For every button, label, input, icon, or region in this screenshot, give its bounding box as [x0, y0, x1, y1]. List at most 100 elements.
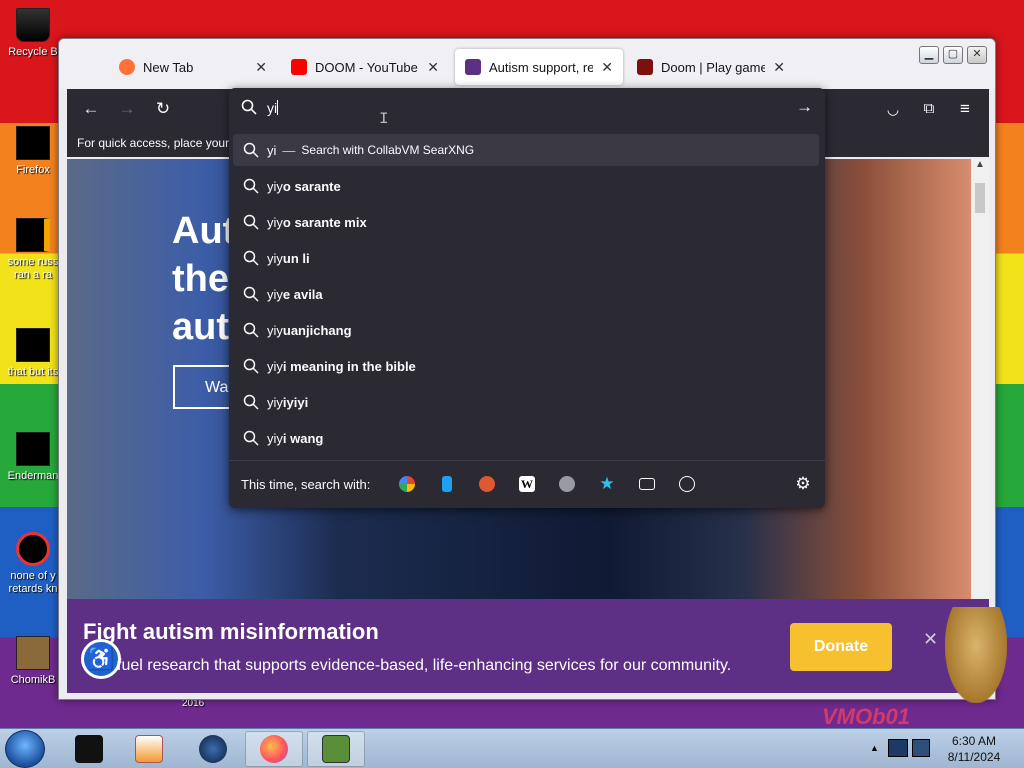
network-taskbar-button[interactable] [184, 731, 242, 767]
suggestion-completion: e avila [282, 286, 323, 302]
taskbar-clock[interactable]: 6:30 AM 8/11/2024 [942, 733, 1006, 765]
close-tab-icon[interactable]: ✕ [601, 59, 613, 76]
search-icon [243, 394, 259, 410]
clock-date: 8/11/2024 [947, 750, 1001, 764]
banner-text: fuel research that supports evidence-bas… [117, 657, 732, 674]
search-icon [243, 358, 259, 374]
bing-icon[interactable] [442, 476, 452, 492]
suggestion-row[interactable]: yiy un li [233, 242, 819, 274]
text-cursor-icon: I [379, 110, 389, 128]
network-tray-icon[interactable] [888, 739, 908, 757]
chrome-desktop-icon[interactable]: none of y retards kn [2, 532, 64, 596]
firefox-taskbar-button[interactable] [245, 731, 303, 767]
search-settings-gear-icon[interactable]: ⚙ [795, 475, 811, 492]
menu-icon[interactable]: ≡ [951, 95, 979, 123]
maximize-button[interactable]: ▢ [943, 46, 963, 64]
folder-desktop-icon[interactable]: that but its [2, 328, 64, 379]
bookmarks-hint: For quick access, place your b [77, 136, 240, 150]
taskbar: ▲ 6:30 AM 8/11/2024 [0, 728, 1024, 768]
cmd-taskbar-button[interactable] [60, 731, 118, 767]
extensions-icon[interactable]: ⧉ [915, 95, 943, 123]
folder-icon [16, 328, 50, 362]
pocket-icon[interactable]: ◡ [879, 95, 907, 123]
suggestion-separator: — [282, 142, 296, 158]
cmd-icon [75, 735, 103, 763]
desktop-icon-label: ChomikB [10, 674, 56, 686]
tab-doom-play[interactable]: Doom | Play game on ✕ [627, 49, 795, 85]
accessibility-icon[interactable]: ♿ [81, 639, 121, 679]
firefox-icon [16, 126, 50, 160]
recycle-bin-desktop-icon[interactable]: Recycle B [2, 8, 64, 59]
document-desktop-icon[interactable]: some russ ran a ra [2, 218, 64, 282]
donate-button[interactable]: Donate [790, 623, 892, 671]
hero-heading: Aut the aut [172, 207, 235, 351]
desktop-icon-label: that but its [7, 366, 59, 378]
suggestion-completion: i meaning in the bible [282, 358, 416, 374]
scroll-up-icon[interactable]: ▲ [971, 159, 989, 173]
duckduckgo-icon[interactable] [479, 476, 495, 492]
suggestion-row[interactable]: yiy i wang [233, 422, 819, 454]
forward-button[interactable]: → [113, 95, 141, 123]
media-player-icon [135, 735, 163, 763]
url-input[interactable]: yi → [229, 88, 825, 128]
tray-expand-icon[interactable]: ▲ [870, 743, 879, 753]
media-player-taskbar-button[interactable] [120, 731, 178, 767]
tab-autism-support[interactable]: Autism support, reso ✕ [455, 49, 623, 85]
recycle-bin-icon [16, 8, 50, 42]
start-button[interactable] [5, 730, 45, 768]
searx-icon[interactable] [559, 476, 575, 492]
suggestion-row[interactable]: yi — Search with CollabVM SearXNG [233, 134, 819, 166]
close-tab-icon[interactable]: ✕ [427, 59, 439, 76]
chomik-desktop-icon[interactable]: ChomikB [2, 636, 64, 687]
go-arrow-icon[interactable]: → [796, 97, 813, 117]
suggestion-row[interactable]: yiy e avila [233, 278, 819, 310]
tab-new-tab[interactable]: New Tab ✕ [109, 49, 277, 85]
suggestion-row[interactable]: yiy i meaning in the bible [233, 350, 819, 382]
suggestion-completion: un li [282, 250, 310, 266]
back-button[interactable]: ← [77, 95, 105, 123]
suggestion-row[interactable]: yiy uanjichang [233, 314, 819, 346]
suggestion-completion: uanjichang [282, 322, 352, 338]
tab-title: DOOM - YouTube [315, 59, 418, 75]
network-globe-icon [199, 735, 227, 763]
tab-doom-youtube[interactable]: DOOM - YouTube ✕ [281, 49, 449, 85]
box-game-icon [322, 735, 350, 763]
banner-title: Fight autism misinformation [83, 619, 379, 644]
box-game-taskbar-button[interactable] [307, 731, 365, 767]
close-banner-icon[interactable]: ✕ [923, 629, 938, 650]
enderman-desktop-icon[interactable]: Enderman [2, 432, 64, 483]
suggestion-prefix: yiy [267, 430, 283, 446]
bookmarks-star-icon[interactable]: ★ [599, 475, 615, 492]
search-icon [243, 322, 259, 338]
search-icon [243, 142, 259, 158]
google-icon[interactable] [399, 476, 415, 492]
volume-tray-icon[interactable] [912, 739, 930, 757]
urlbar-dropdown: yi → yi — Search with CollabVM SearXNG y… [229, 88, 825, 508]
misinformation-banner: Fight autism misinformation ♿ fuel resea… [67, 599, 989, 693]
suggestion-row[interactable]: yiy o sarante mix [233, 206, 819, 238]
desktop-icon-label-2: retards kn [8, 583, 58, 595]
close-window-button[interactable]: ✕ [967, 46, 987, 64]
close-tab-icon[interactable]: ✕ [255, 59, 267, 76]
suggestion-row[interactable]: yiy iyiyi [233, 386, 819, 418]
minimize-button[interactable]: ▁ [919, 46, 939, 64]
desktop-icon-label: some russ [7, 256, 59, 268]
suggestion-row[interactable]: yiy o sarante [233, 170, 819, 202]
firefox-taskbar-icon [260, 735, 288, 763]
suggestion-prefix: yiy [267, 394, 283, 410]
tab-title: Doom | Play game on [661, 59, 766, 75]
clock-time: 6:30 AM [951, 734, 997, 748]
tab-strip: New Tab ✕ DOOM - YouTube ✕ Autism suppor… [59, 39, 995, 89]
page-scrollbar[interactable]: ▲ [971, 159, 989, 599]
url-input-text: yi [267, 100, 278, 116]
wikipedia-icon[interactable]: W [519, 476, 535, 492]
search-icon [243, 250, 259, 266]
firefox-desktop-icon[interactable]: Firefox [2, 126, 64, 177]
scrollbar-thumb[interactable] [975, 183, 985, 213]
tabs-icon[interactable] [639, 478, 655, 490]
tab-title: New Tab [143, 59, 194, 75]
search-engine-label: Search with CollabVM SearXNG [301, 143, 475, 157]
reload-button[interactable]: ↻ [149, 95, 177, 123]
history-icon[interactable] [679, 476, 695, 492]
close-tab-icon[interactable]: ✕ [773, 59, 785, 76]
